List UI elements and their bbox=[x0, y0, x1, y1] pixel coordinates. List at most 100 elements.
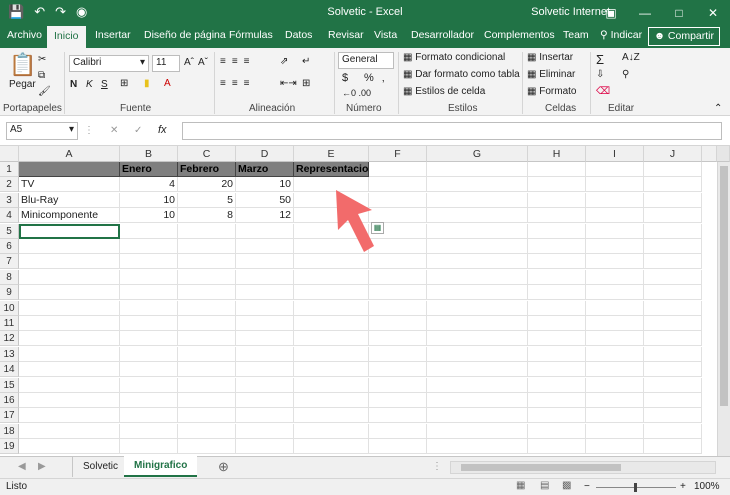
cell[interactable] bbox=[178, 223, 236, 239]
font-size-select[interactable]: 11 bbox=[152, 55, 180, 72]
cell[interactable] bbox=[236, 408, 294, 424]
row-header[interactable]: 14 bbox=[0, 362, 19, 378]
format-painter-icon[interactable]: 🖌 bbox=[38, 86, 51, 97]
cell[interactable] bbox=[369, 423, 427, 439]
cell[interactable] bbox=[586, 285, 644, 301]
cell[interactable] bbox=[528, 393, 586, 408]
vertical-scrollbar-top[interactable] bbox=[717, 146, 730, 162]
cell[interactable] bbox=[178, 346, 236, 362]
table-cell[interactable]: 20 bbox=[178, 177, 236, 193]
row-header[interactable]: 5 bbox=[0, 223, 19, 239]
column-header[interactable]: F bbox=[369, 146, 427, 162]
cell[interactable] bbox=[427, 192, 528, 208]
tab-vista[interactable]: Vista bbox=[374, 29, 397, 41]
tab-diseno[interactable]: Diseño de página bbox=[144, 29, 226, 41]
table-cell[interactable]: TV bbox=[19, 177, 120, 193]
cell[interactable] bbox=[644, 346, 702, 362]
cell[interactable] bbox=[586, 208, 644, 224]
sort-filter-icon[interactable]: A↓Z bbox=[622, 52, 640, 63]
cell[interactable] bbox=[294, 377, 369, 393]
cell[interactable] bbox=[528, 254, 586, 270]
cell[interactable] bbox=[586, 223, 644, 239]
quick-analysis-icon[interactable]: ▦ bbox=[371, 222, 384, 234]
increase-font-icon[interactable]: Aˆ bbox=[184, 57, 194, 68]
decrease-font-icon[interactable]: Aˇ bbox=[198, 57, 208, 68]
cell[interactable] bbox=[294, 346, 369, 362]
cell[interactable] bbox=[19, 377, 120, 393]
format-cells-button[interactable]: ▦ Formato bbox=[527, 86, 576, 97]
cell[interactable] bbox=[427, 316, 528, 331]
cell[interactable] bbox=[19, 254, 120, 270]
prev-sheet-icon[interactable]: ◀ bbox=[18, 461, 26, 472]
cell[interactable] bbox=[120, 239, 178, 254]
cell[interactable] bbox=[427, 346, 528, 362]
row-header[interactable]: 19 bbox=[0, 439, 19, 455]
scrollbar-thumb[interactable] bbox=[461, 464, 621, 471]
table-header-cell[interactable] bbox=[19, 162, 120, 177]
cell[interactable] bbox=[528, 377, 586, 393]
row-header[interactable]: 8 bbox=[0, 269, 19, 285]
row-header[interactable]: 12 bbox=[0, 331, 19, 347]
cell[interactable] bbox=[528, 162, 586, 177]
cell[interactable] bbox=[586, 331, 644, 347]
cell[interactable] bbox=[644, 300, 702, 316]
font-color-icon[interactable]: A bbox=[164, 78, 171, 89]
cell[interactable] bbox=[369, 408, 427, 424]
cell[interactable] bbox=[528, 439, 586, 455]
cell[interactable] bbox=[427, 423, 528, 439]
cell[interactable] bbox=[178, 285, 236, 301]
cell[interactable] bbox=[19, 393, 120, 408]
cell[interactable] bbox=[586, 300, 644, 316]
cell[interactable] bbox=[528, 223, 586, 239]
vertical-scrollbar[interactable] bbox=[717, 162, 730, 456]
add-sheet-icon[interactable]: ⊕ bbox=[218, 459, 229, 475]
cell[interactable] bbox=[369, 393, 427, 408]
tab-inicio[interactable]: Inicio bbox=[47, 26, 86, 48]
orientation-icon[interactable]: ⇗ bbox=[280, 56, 288, 67]
column-header[interactable]: A bbox=[19, 146, 120, 162]
tab-insertar[interactable]: Insertar bbox=[95, 29, 131, 41]
cell[interactable] bbox=[236, 377, 294, 393]
cell[interactable] bbox=[528, 331, 586, 347]
wrap-text-icon[interactable]: ↵ bbox=[302, 56, 310, 67]
clear-icon[interactable]: ⌫ bbox=[596, 86, 610, 97]
cell[interactable] bbox=[178, 377, 236, 393]
cell[interactable] bbox=[236, 239, 294, 254]
cell[interactable] bbox=[528, 362, 586, 378]
column-header[interactable]: H bbox=[528, 146, 586, 162]
cell[interactable] bbox=[19, 239, 120, 254]
insert-cells-button[interactable]: ▦ Insertar bbox=[527, 52, 573, 63]
cell[interactable] bbox=[528, 177, 586, 193]
normal-view-icon[interactable]: ▦ bbox=[516, 480, 525, 491]
cell[interactable] bbox=[369, 439, 427, 455]
cell[interactable] bbox=[586, 177, 644, 193]
cell[interactable] bbox=[644, 362, 702, 378]
cell[interactable] bbox=[427, 331, 528, 347]
cell[interactable] bbox=[19, 269, 120, 285]
cell[interactable] bbox=[644, 254, 702, 270]
cell[interactable] bbox=[644, 439, 702, 455]
row-header[interactable]: 3 bbox=[0, 192, 19, 208]
row-header[interactable]: 4 bbox=[0, 208, 19, 224]
currency-icon[interactable]: $ bbox=[342, 72, 348, 84]
cell[interactable] bbox=[427, 393, 528, 408]
cell[interactable] bbox=[178, 316, 236, 331]
cell[interactable] bbox=[644, 408, 702, 424]
cell[interactable] bbox=[528, 346, 586, 362]
fill-color-icon[interactable]: ▮ bbox=[144, 78, 150, 89]
cell[interactable] bbox=[120, 316, 178, 331]
decimal-icons[interactable]: ←0 .00 bbox=[342, 88, 371, 98]
cell[interactable] bbox=[427, 162, 528, 177]
table-cell[interactable]: 10 bbox=[120, 208, 178, 224]
bold-button[interactable]: N bbox=[70, 79, 77, 90]
active-cell[interactable] bbox=[19, 223, 120, 239]
zoom-level[interactable]: 100% bbox=[694, 481, 720, 492]
sheet-tab-minigrafico[interactable]: Minigrafico bbox=[124, 456, 198, 477]
cell[interactable] bbox=[369, 300, 427, 316]
cell[interactable] bbox=[369, 316, 427, 331]
cell[interactable] bbox=[120, 362, 178, 378]
italic-button[interactable]: K bbox=[86, 79, 93, 90]
cell[interactable] bbox=[19, 346, 120, 362]
cell[interactable] bbox=[644, 162, 702, 177]
zoom-slider-handle[interactable] bbox=[634, 483, 637, 492]
